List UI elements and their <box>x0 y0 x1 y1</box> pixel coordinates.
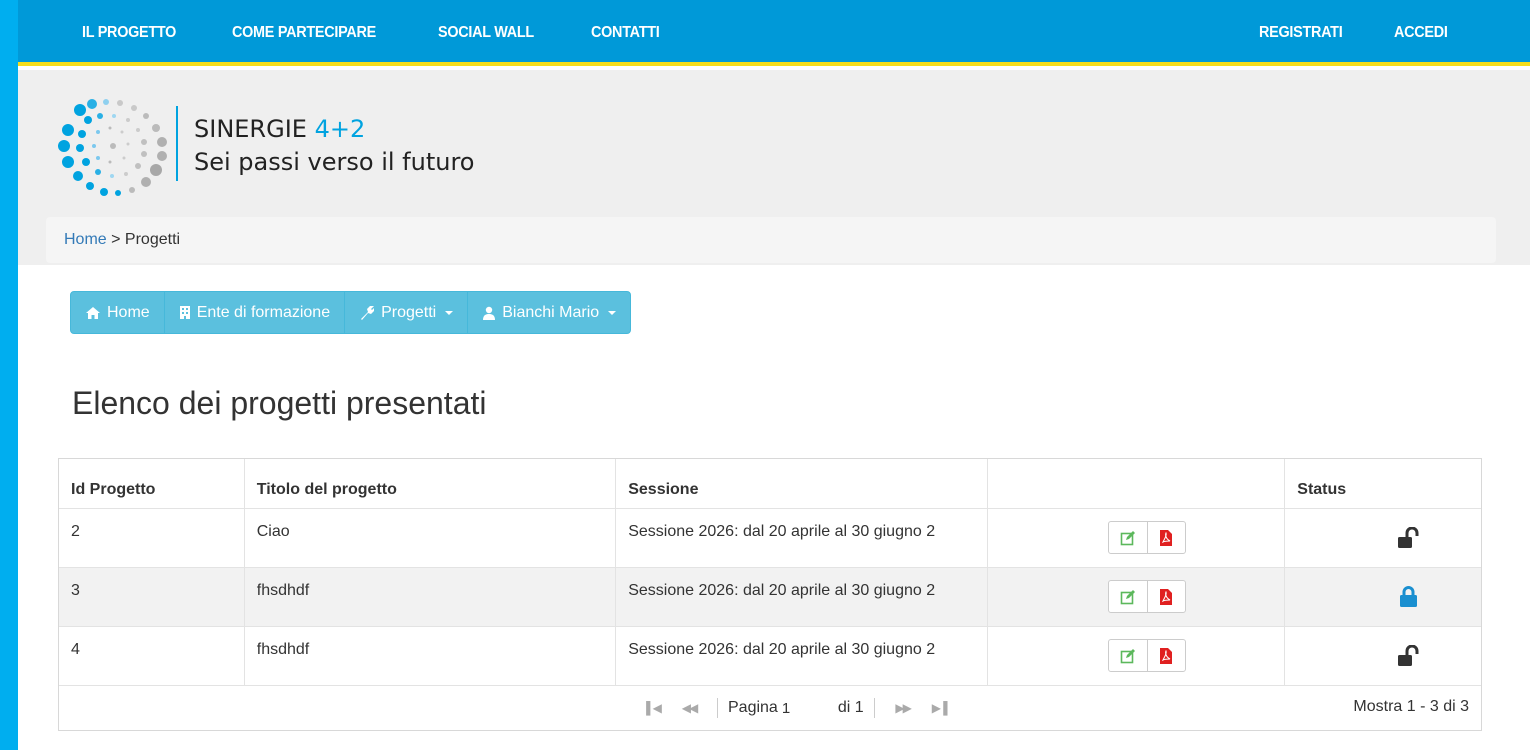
pager-divider <box>873 698 875 718</box>
column-header-id[interactable]: Id Progetto <box>59 459 245 508</box>
column-header-sessione[interactable]: Sessione <box>616 459 988 508</box>
page-number-input[interactable] <box>777 698 838 718</box>
edit-button[interactable] <box>1109 522 1147 553</box>
unlock-icon[interactable] <box>1397 526 1421 549</box>
page-frame: IL PROGETTO COME PARTECIPARE SOCIAL WALL… <box>18 0 1530 750</box>
pager-summary: Mostra 1 - 3 di 3 <box>1353 698 1469 715</box>
breadcrumb-current: Progetti <box>124 231 181 248</box>
next-page-icon[interactable]: ▶▶ <box>885 701 921 715</box>
site-header: SINERGIE 4+2 Sei passi verso il futuro H… <box>18 70 1530 265</box>
pdf-icon <box>1160 588 1173 605</box>
cell-sessione: Sessione 2026: dal 20 aprile al 30 giugn… <box>616 627 988 685</box>
cell-titolo: fhsdhdf <box>245 627 617 685</box>
pager-nav: ▌◀ ◀◀ Pagina di 1 ▶▶ ▶▐ <box>635 698 957 718</box>
edit-icon <box>1120 530 1135 545</box>
pager-divider <box>717 698 718 718</box>
toolbar-progetti-label: Progetti <box>381 304 437 321</box>
edit-button[interactable] <box>1109 581 1147 612</box>
prev-page-icon[interactable]: ◀◀ <box>671 701 707 715</box>
pdf-icon <box>1160 529 1173 546</box>
table-row: 4 fhsdhdf Sessione 2026: dal 20 aprile a… <box>59 627 1481 686</box>
brand-tagline: Sei passi verso il futuro <box>194 148 475 176</box>
sinergie-logo-icon <box>58 99 167 196</box>
breadcrumb: Home > Progetti <box>46 217 1496 263</box>
edit-icon <box>1120 589 1135 604</box>
unlock-icon[interactable] <box>1397 644 1421 667</box>
column-header-titolo[interactable]: Titolo del progetto <box>245 459 617 508</box>
cell-status <box>1285 509 1481 567</box>
nav-come-partecipare[interactable]: COME PARTECIPARE <box>232 24 376 42</box>
building-icon <box>179 306 190 319</box>
cell-actions <box>988 568 1286 626</box>
main-toolbar: Home Ente di formazione Progetti Bianchi… <box>70 291 632 334</box>
chevron-down-icon <box>445 310 454 315</box>
brand-title: SINERGIE 4+2 <box>194 115 365 143</box>
toolbar-home-label: Home <box>107 304 150 321</box>
row-action-group <box>1107 580 1186 613</box>
cell-actions <box>988 509 1286 567</box>
cell-sessione: Sessione 2026: dal 20 aprile al 30 giugn… <box>616 568 988 626</box>
toolbar-user-dropdown[interactable]: Bianchi Mario <box>468 292 630 333</box>
pdf-icon <box>1160 647 1173 664</box>
home-icon <box>86 306 100 319</box>
cell-sessione: Sessione 2026: dal 20 aprile al 30 giugn… <box>616 509 988 567</box>
nav-social-wall[interactable]: SOCIAL WALL <box>438 24 534 42</box>
toolbar-ente-button[interactable]: Ente di formazione <box>165 292 346 333</box>
logo-divider <box>176 106 178 181</box>
row-action-group <box>1107 521 1186 554</box>
last-page-icon[interactable]: ▶▐ <box>921 701 957 715</box>
toolbar-ente-label: Ente di formazione <box>196 304 331 321</box>
toolbar-user-label: Bianchi Mario <box>502 304 600 321</box>
breadcrumb-separator: > <box>106 231 125 248</box>
top-navbar: IL PROGETTO COME PARTECIPARE SOCIAL WALL… <box>18 0 1530 66</box>
toolbar-progetti-dropdown[interactable]: Progetti <box>345 292 469 333</box>
column-header-actions <box>988 459 1286 508</box>
pdf-button[interactable] <box>1146 640 1185 671</box>
chevron-down-icon <box>608 310 617 315</box>
pager-page-label: Pagina <box>728 699 778 716</box>
cell-status <box>1285 627 1481 685</box>
table-pager: ▌◀ ◀◀ Pagina di 1 ▶▶ ▶▐ Mostra 1 - 3 di … <box>59 686 1481 730</box>
lock-icon[interactable] <box>1397 586 1421 608</box>
table-row: 2 Ciao Sessione 2026: dal 20 aprile al 3… <box>59 509 1481 568</box>
edit-icon <box>1120 648 1135 663</box>
user-icon <box>483 306 496 320</box>
table-row: 3 fhsdhdf Sessione 2026: dal 20 aprile a… <box>59 568 1481 627</box>
page-title: Elenco dei progetti presentati <box>72 385 487 421</box>
column-header-status[interactable]: Status <box>1285 459 1481 508</box>
nav-contatti[interactable]: CONTATTI <box>591 24 660 42</box>
nav-registrati[interactable]: REGISTRATI <box>1259 24 1343 42</box>
brand-title-number: 4+2 <box>314 115 366 143</box>
pdf-button[interactable] <box>1146 581 1185 612</box>
first-page-icon[interactable]: ▌◀ <box>635 701 671 715</box>
cell-titolo: Ciao <box>245 509 617 567</box>
brand-title-text: SINERGIE <box>194 115 307 143</box>
wrench-icon <box>361 305 375 320</box>
cell-id: 2 <box>59 509 245 567</box>
edit-button[interactable] <box>1109 640 1147 671</box>
table-header-row: Id Progetto Titolo del progetto Sessione… <box>59 459 1481 509</box>
cell-actions <box>988 627 1286 685</box>
cell-titolo: fhsdhdf <box>245 568 617 626</box>
toolbar-home-button[interactable]: Home <box>71 292 165 333</box>
row-action-group <box>1107 639 1186 672</box>
nav-il-progetto[interactable]: IL PROGETTO <box>82 24 176 42</box>
cell-id: 4 <box>59 627 245 685</box>
cell-status <box>1285 568 1481 626</box>
breadcrumb-home-link[interactable]: Home <box>64 231 107 248</box>
nav-accedi[interactable]: ACCEDI <box>1394 24 1448 42</box>
pager-total-label: di 1 <box>837 699 864 716</box>
pdf-button[interactable] <box>1146 522 1185 553</box>
cell-id: 3 <box>59 568 245 626</box>
projects-table: Id Progetto Titolo del progetto Sessione… <box>58 458 1482 731</box>
